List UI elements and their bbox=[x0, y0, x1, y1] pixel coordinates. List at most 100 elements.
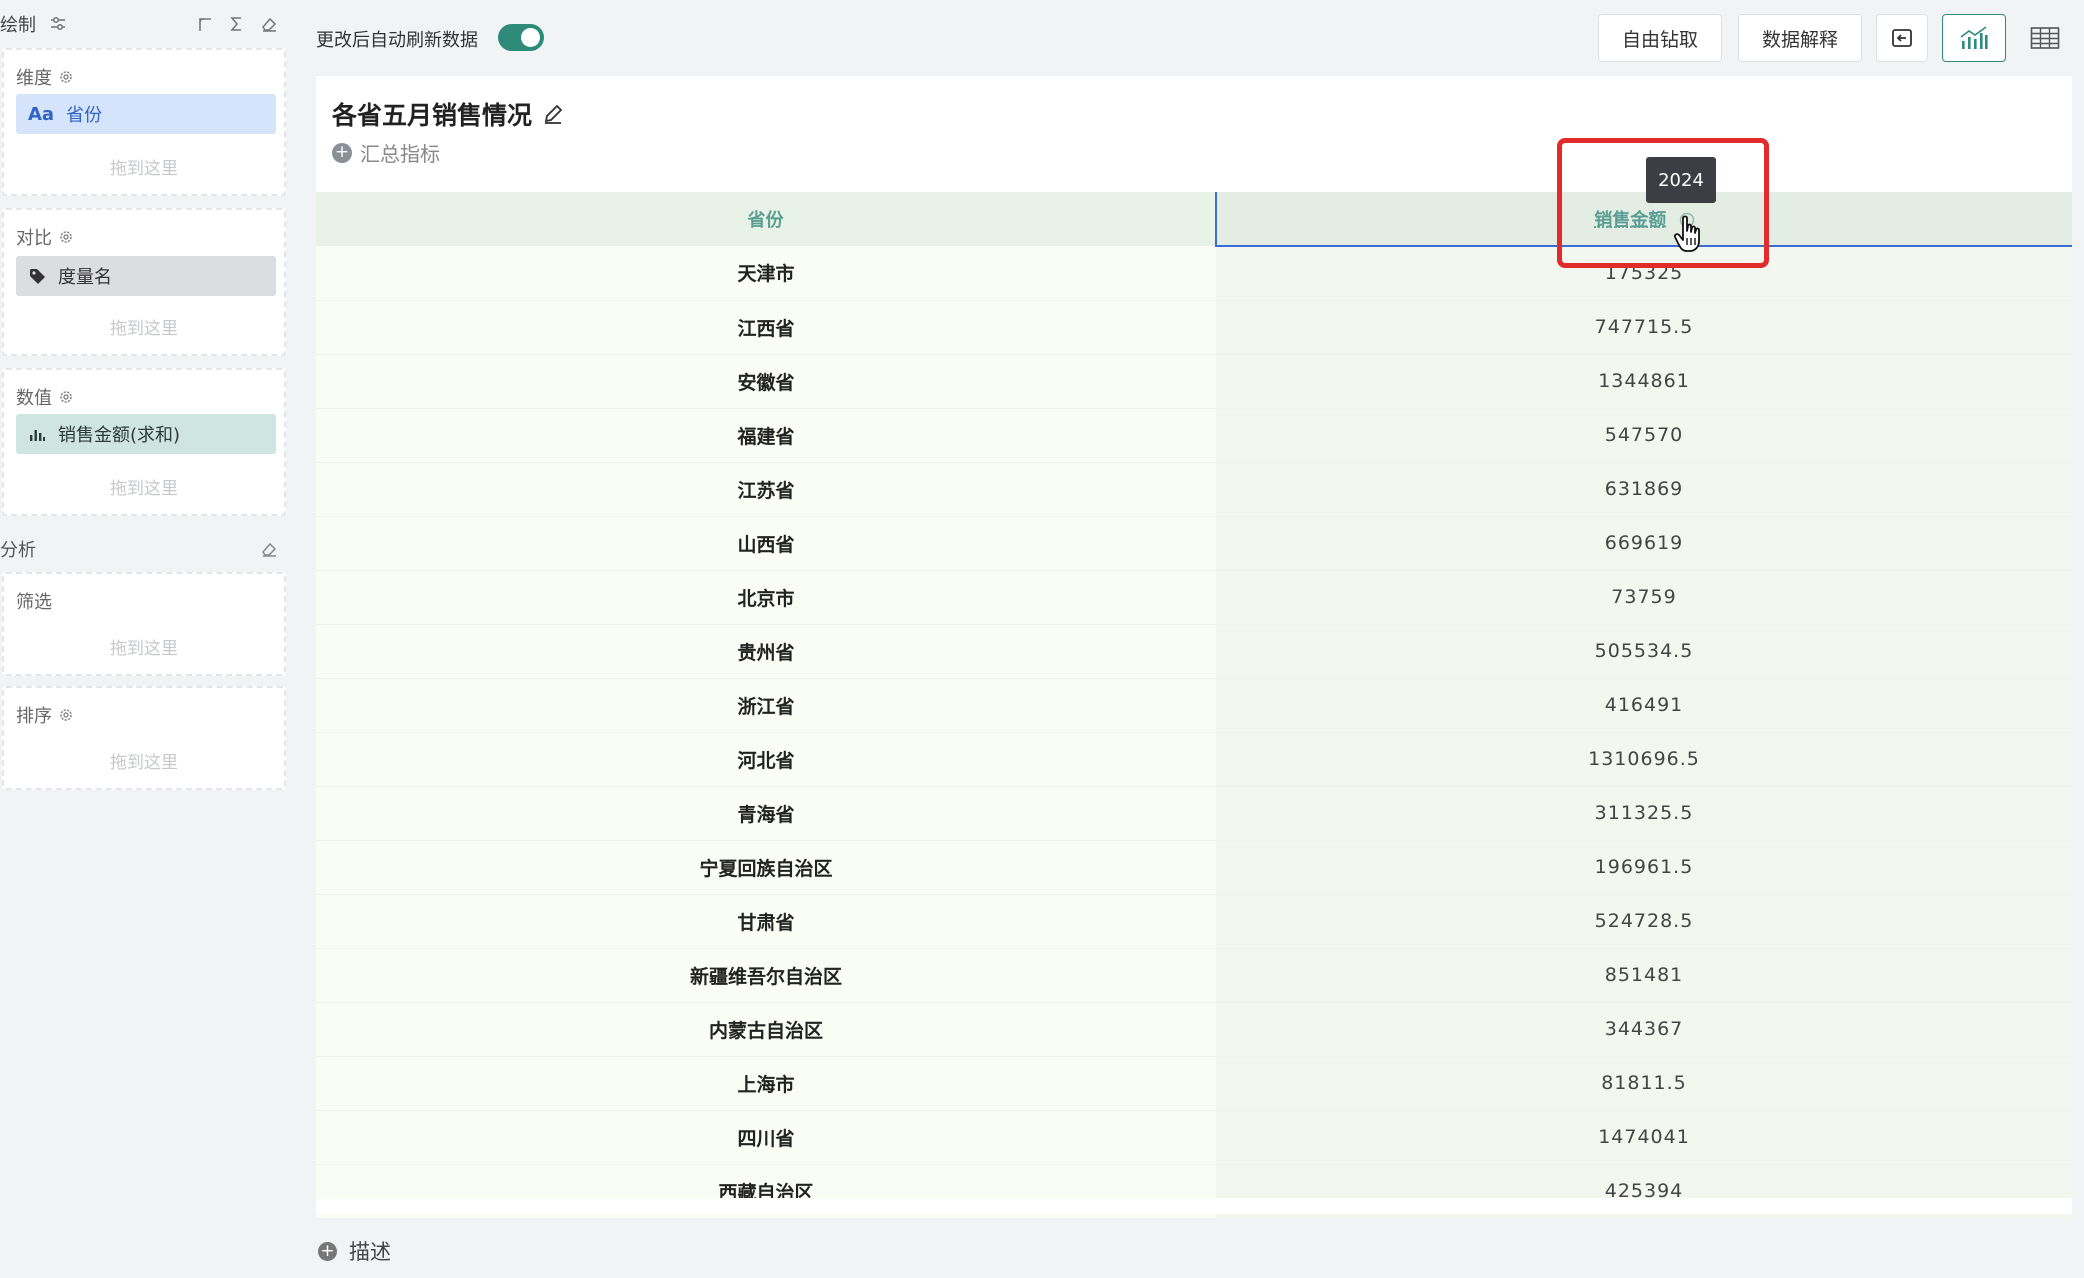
header-province-label: 省份 bbox=[747, 210, 784, 231]
province-cell: 浙江省 bbox=[316, 678, 1216, 733]
filter-label-row: 筛选 bbox=[16, 588, 52, 614]
sort-drop-zone[interactable]: 拖到这里 bbox=[4, 748, 284, 773]
gear-icon[interactable] bbox=[58, 229, 74, 245]
dimension-label: 维度 bbox=[16, 68, 52, 89]
sales-amount-cell: 1344861 bbox=[1216, 354, 2072, 409]
add-description[interactable]: + 描述 bbox=[318, 1236, 391, 1266]
sales-amount-cell: 311325.5 bbox=[1216, 786, 2072, 841]
table-row[interactable]: 四川省 1474041 bbox=[316, 1110, 2072, 1165]
toggle-knob bbox=[521, 28, 540, 47]
sales-amount-cell: 1474041 bbox=[1216, 1110, 2072, 1165]
sales-amount-cell: 631869 bbox=[1216, 462, 2072, 517]
table-row[interactable]: 新疆维吾尔自治区 851481 bbox=[316, 948, 2072, 1003]
table-view-button[interactable] bbox=[2016, 14, 2074, 62]
draw-title: 绘制 bbox=[0, 15, 36, 36]
dimension-drop-zone[interactable]: 拖到这里 bbox=[4, 154, 284, 179]
province-cell: 北京市 bbox=[316, 570, 1216, 625]
sidebar: 绘制 维度 Aa 省份 拖到这里 对比 度量名 拖到这里 数值 销售金额(求和)… bbox=[0, 0, 290, 1278]
free-drill-button[interactable]: 自由钻取 bbox=[1598, 14, 1722, 62]
eraser-icon[interactable] bbox=[260, 15, 278, 33]
data-explain-button[interactable]: 数据解释 bbox=[1738, 14, 1862, 62]
dimension-chip-province[interactable]: Aa 省份 bbox=[16, 94, 276, 134]
filter-panel: 筛选 拖到这里 bbox=[2, 572, 286, 676]
gear-icon[interactable] bbox=[58, 389, 74, 405]
values-panel: 数值 销售金额(求和) 拖到这里 bbox=[2, 368, 286, 516]
sort-label: 排序 bbox=[16, 706, 52, 727]
dimension-label-row: 维度 bbox=[16, 64, 74, 90]
province-cell: 四川省 bbox=[316, 1110, 1216, 1165]
table-header-row: 省份 销售金额 bbox=[316, 192, 2072, 247]
province-cell: 贵州省 bbox=[316, 624, 1216, 679]
data-table: 省份 销售金额 天津市 175325 江西省 747715.5 安徽省 1344861 福建… bbox=[316, 192, 2072, 1219]
province-cell: 江西省 bbox=[316, 300, 1216, 355]
sales-amount-cell: 669619 bbox=[1216, 516, 2072, 571]
sort-panel: 排序 拖到这里 bbox=[2, 686, 286, 790]
plus-circle-icon: + bbox=[318, 1241, 337, 1261]
table-row[interactable]: 江苏省 631869 bbox=[316, 462, 2072, 517]
table-row[interactable]: 安徽省 1344861 bbox=[316, 354, 2072, 409]
auto-refresh-label: 更改后自动刷新数据 bbox=[316, 30, 478, 51]
card-title: 各省五月销售情况 bbox=[332, 101, 533, 130]
table-row[interactable]: 山西省 669619 bbox=[316, 516, 2072, 571]
compare-chip-measure-name[interactable]: 度量名 bbox=[16, 256, 276, 296]
table-row[interactable]: 青海省 311325.5 bbox=[316, 786, 2072, 841]
table-row[interactable]: 内蒙古自治区 344367 bbox=[316, 1002, 2072, 1057]
chart-view-button[interactable] bbox=[1942, 14, 2006, 62]
table-row[interactable]: 浙江省 416491 bbox=[316, 678, 2072, 733]
table-row[interactable]: 河北省 1310696.5 bbox=[316, 732, 2072, 787]
dimension-panel: 维度 Aa 省份 拖到这里 bbox=[2, 48, 286, 196]
top-toolbar: 更改后自动刷新数据 自由钻取 数据解释 bbox=[304, 0, 2084, 76]
compare-label-row: 对比 bbox=[16, 224, 74, 250]
compare-panel: 对比 度量名 拖到这里 bbox=[2, 208, 286, 356]
describe-label: 描述 bbox=[349, 1240, 391, 1264]
table-row[interactable]: 宁夏回族自治区 196961.5 bbox=[316, 840, 2072, 895]
table-row[interactable]: 甘肃省 524728.5 bbox=[316, 894, 2072, 949]
sales-amount-cell: 524728.5 bbox=[1216, 894, 2072, 949]
compare-drop-zone[interactable]: 拖到这里 bbox=[4, 314, 284, 339]
values-chip-label: 销售金额(求和) bbox=[58, 425, 181, 446]
header-province[interactable]: 省份 bbox=[316, 192, 1216, 246]
compare-chip-label: 度量名 bbox=[58, 267, 112, 288]
chart-card: 各省五月销售情况 + 汇总指标 省份 销售金额 天津市 175325 江西省 7477… bbox=[316, 76, 2072, 1219]
table-row[interactable]: 贵州省 505534.5 bbox=[316, 624, 2072, 679]
auto-refresh-toggle[interactable] bbox=[498, 24, 544, 51]
table-icon bbox=[2030, 27, 2060, 49]
sigma-icon[interactable] bbox=[228, 15, 246, 33]
sales-amount-cell: 344367 bbox=[1216, 1002, 2072, 1057]
corner-icon[interactable] bbox=[196, 15, 214, 33]
summary-label: 汇总指标 bbox=[360, 142, 440, 166]
province-cell: 山西省 bbox=[316, 516, 1216, 571]
edit-pencil-icon[interactable] bbox=[542, 103, 564, 125]
sales-amount-cell: 81811.5 bbox=[1216, 1056, 2072, 1111]
province-cell: 内蒙古自治区 bbox=[316, 1002, 1216, 1057]
analysis-title: 分析 bbox=[0, 540, 36, 561]
province-cell: 安徽省 bbox=[316, 354, 1216, 409]
table-row[interactable]: 天津市 175325 bbox=[316, 246, 2072, 301]
collapse-panel-icon bbox=[1892, 29, 1912, 47]
sales-amount-cell: 851481 bbox=[1216, 948, 2072, 1003]
panel-toggle-button[interactable] bbox=[1876, 14, 1928, 62]
gear-icon[interactable] bbox=[58, 69, 74, 85]
sales-amount-cell: 505534.5 bbox=[1216, 624, 2072, 679]
values-drop-zone[interactable]: 拖到这里 bbox=[4, 474, 284, 499]
text-type-icon: Aa bbox=[28, 103, 55, 125]
compare-label: 对比 bbox=[16, 228, 52, 249]
draw-header: 绘制 bbox=[0, 0, 290, 48]
add-summary-metric[interactable]: + 汇总指标 bbox=[332, 138, 440, 167]
settings-sliders-icon[interactable] bbox=[48, 14, 68, 34]
eraser-icon[interactable] bbox=[260, 540, 278, 558]
gear-icon[interactable] bbox=[58, 707, 74, 723]
province-cell: 福建省 bbox=[316, 408, 1216, 463]
sales-amount-cell: 196961.5 bbox=[1216, 840, 2072, 895]
filter-drop-zone[interactable]: 拖到这里 bbox=[4, 634, 284, 659]
tag-icon bbox=[30, 269, 45, 284]
sales-amount-cell: 547570 bbox=[1216, 408, 2072, 463]
values-chip-sales-sum[interactable]: 销售金额(求和) bbox=[16, 414, 276, 454]
table-row[interactable]: 上海市 81811.5 bbox=[316, 1056, 2072, 1111]
sort-label-row: 排序 bbox=[16, 702, 74, 728]
sales-amount-cell: 747715.5 bbox=[1216, 300, 2072, 355]
table-row[interactable]: 北京市 73759 bbox=[316, 570, 2072, 625]
table-row[interactable]: 江西省 747715.5 bbox=[316, 300, 2072, 355]
table-row[interactable]: 福建省 547570 bbox=[316, 408, 2072, 463]
province-cell: 甘肃省 bbox=[316, 894, 1216, 949]
